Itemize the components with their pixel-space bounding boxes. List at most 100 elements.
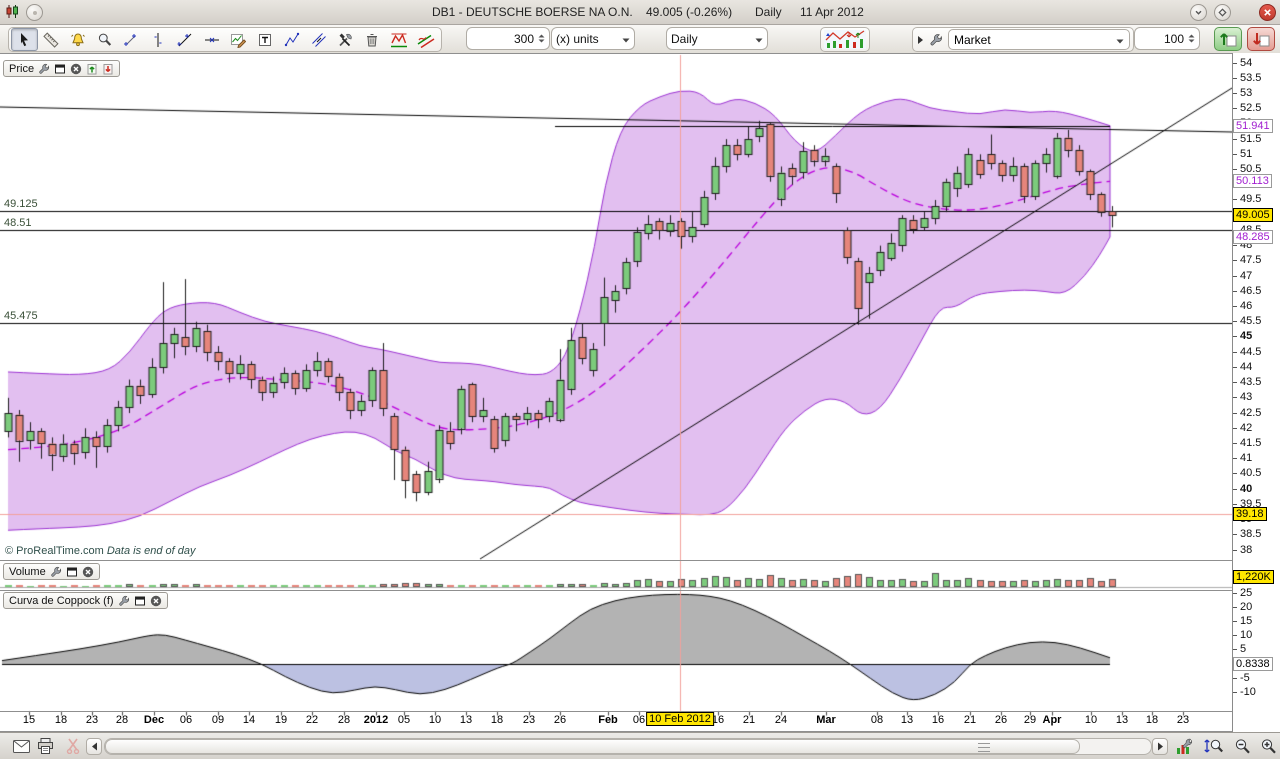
coppock-settings-button[interactable] [118, 595, 130, 607]
workspace-toggle-button[interactable] [26, 4, 43, 21]
coppock-tick-label: 25 [1240, 587, 1252, 599]
price-sell-button[interactable] [102, 63, 114, 75]
chart-options-button[interactable] [1174, 737, 1196, 755]
units-value: (x) units [556, 32, 599, 46]
magnifier-arrows-icon [1204, 738, 1223, 755]
parallel-lines-tool-button[interactable] [305, 28, 332, 51]
vertical-line-tool-button[interactable] [145, 28, 172, 51]
zoom-in-button[interactable] [1257, 737, 1279, 755]
text-icon [257, 32, 273, 48]
price-tick-label: 38 [1240, 544, 1252, 556]
volume-value-marker: 1,220K [1233, 570, 1274, 584]
zigzag-tool-button[interactable] [279, 28, 306, 51]
magnifier-plus-icon [1260, 738, 1277, 755]
time-tick-label: 18 [1146, 714, 1158, 726]
text-tool-button[interactable] [252, 28, 279, 51]
price-chart-canvas[interactable] [0, 53, 1232, 732]
sell-order-button[interactable] [1247, 27, 1275, 51]
coppock-close-button[interactable] [150, 595, 162, 607]
title-bar: DB1 - DEUTSCHE BOERSE NA O.N. 49.005 (-0… [0, 0, 1280, 25]
price-buy-button[interactable] [86, 63, 98, 75]
chart-style-button[interactable] [820, 27, 870, 52]
spinner-arrows-icon[interactable] [538, 34, 545, 43]
timeframe-value: Daily [671, 32, 698, 46]
price-tick [1233, 473, 1237, 474]
printer-icon [37, 738, 54, 754]
coppock-tick [1233, 593, 1237, 594]
scroll-right-button[interactable] [1152, 738, 1168, 755]
bar-count-spinner[interactable]: 300 [466, 27, 550, 50]
time-axis[interactable]: 10 Feb 2012 15182328Dec06091419222820120… [0, 711, 1232, 732]
ruler-icon [43, 32, 59, 48]
price-close-button[interactable] [70, 63, 82, 75]
order-settings-button[interactable] [924, 28, 948, 51]
price-tick-label: 44.5 [1240, 346, 1261, 358]
pattern-channel-tool-button[interactable] [412, 28, 439, 51]
restore-window-button[interactable] [1214, 4, 1231, 21]
print-chart-button[interactable] [34, 737, 56, 755]
pane-separator [0, 590, 1280, 591]
price-window-button[interactable] [54, 63, 66, 75]
delete-tool-button[interactable] [359, 28, 386, 51]
title-last-price: 49.005 (-0.26%) [646, 5, 732, 19]
window-icon [134, 595, 146, 607]
coppock-value-marker: 0.8338 [1233, 657, 1273, 671]
window-icon [66, 566, 78, 578]
price-tick [1233, 504, 1237, 505]
price-tick [1233, 199, 1237, 200]
price-settings-button[interactable] [38, 63, 50, 75]
edit-indicator-tool-button[interactable] [225, 28, 252, 51]
sell-icon [1251, 30, 1271, 48]
email-chart-button[interactable] [10, 737, 32, 755]
buy-order-button[interactable] [1214, 27, 1242, 51]
wrench-icon [929, 33, 943, 47]
ruler-tool-button[interactable] [38, 28, 65, 51]
bollinger-lower-marker: 48.285 [1233, 230, 1273, 244]
price-tick-label: 41.5 [1240, 437, 1261, 449]
trend-line-tool-button[interactable] [172, 28, 199, 51]
quantity-spinner[interactable]: 100 [1134, 27, 1200, 50]
bollinger-middle-marker: 50.113 [1233, 174, 1272, 188]
price-tick [1233, 550, 1237, 551]
chart-scrollbar-thumb[interactable] [105, 739, 1080, 754]
spinner-arrows-icon[interactable] [1188, 34, 1195, 43]
horizontal-line-tool-button[interactable] [198, 28, 225, 51]
zoom-fit-button[interactable] [1202, 737, 1224, 755]
price-tick [1233, 413, 1237, 414]
close-icon [150, 595, 162, 607]
price-tick [1233, 443, 1237, 444]
detach-disabled-button[interactable] [62, 737, 84, 755]
zoom-tool-button[interactable] [91, 28, 118, 51]
cursor-tool-button[interactable] [11, 28, 38, 51]
volume-window-button[interactable] [66, 566, 78, 578]
time-tick-label: 23 [86, 714, 98, 726]
alert-tool-button[interactable] [65, 28, 92, 51]
collapse-left-icon[interactable] [916, 35, 924, 45]
collapse-window-button[interactable] [1190, 4, 1207, 21]
scroll-left-button[interactable] [86, 738, 102, 755]
point-tool-button[interactable] [118, 28, 145, 51]
coppock-window-button[interactable] [134, 595, 146, 607]
chevron-down-icon [749, 32, 763, 46]
price-axis[interactable]: 51.941 50.113 49.005 48.285 39.18 1,220K… [1233, 53, 1280, 732]
price-tick-label: 46.5 [1240, 285, 1261, 297]
coppock-tick-label: 10 [1240, 629, 1252, 641]
time-tick-label: 21 [743, 714, 755, 726]
order-type-dropdown[interactable]: Market [948, 29, 1130, 50]
close-window-button[interactable] [1259, 4, 1276, 21]
coppock-tick [1233, 607, 1237, 608]
chart-scrollbar-track[interactable] [104, 738, 1152, 755]
time-tick-label: 10 [429, 714, 441, 726]
volume-settings-button[interactable] [50, 566, 62, 578]
tools-settings-button[interactable] [332, 28, 359, 51]
volume-close-button[interactable] [82, 566, 94, 578]
pattern-wave-tool-button[interactable] [386, 28, 413, 51]
timeframe-dropdown[interactable]: Daily [666, 27, 768, 50]
coppock-tick-label: 5 [1240, 643, 1246, 655]
price-tick [1233, 154, 1237, 155]
chevron-down-icon [616, 32, 630, 46]
time-tick-label: Mar [816, 714, 836, 726]
zoom-out-button[interactable] [1231, 737, 1253, 755]
price-tick-label: 44 [1240, 361, 1252, 373]
units-dropdown[interactable]: (x) units [551, 27, 635, 50]
